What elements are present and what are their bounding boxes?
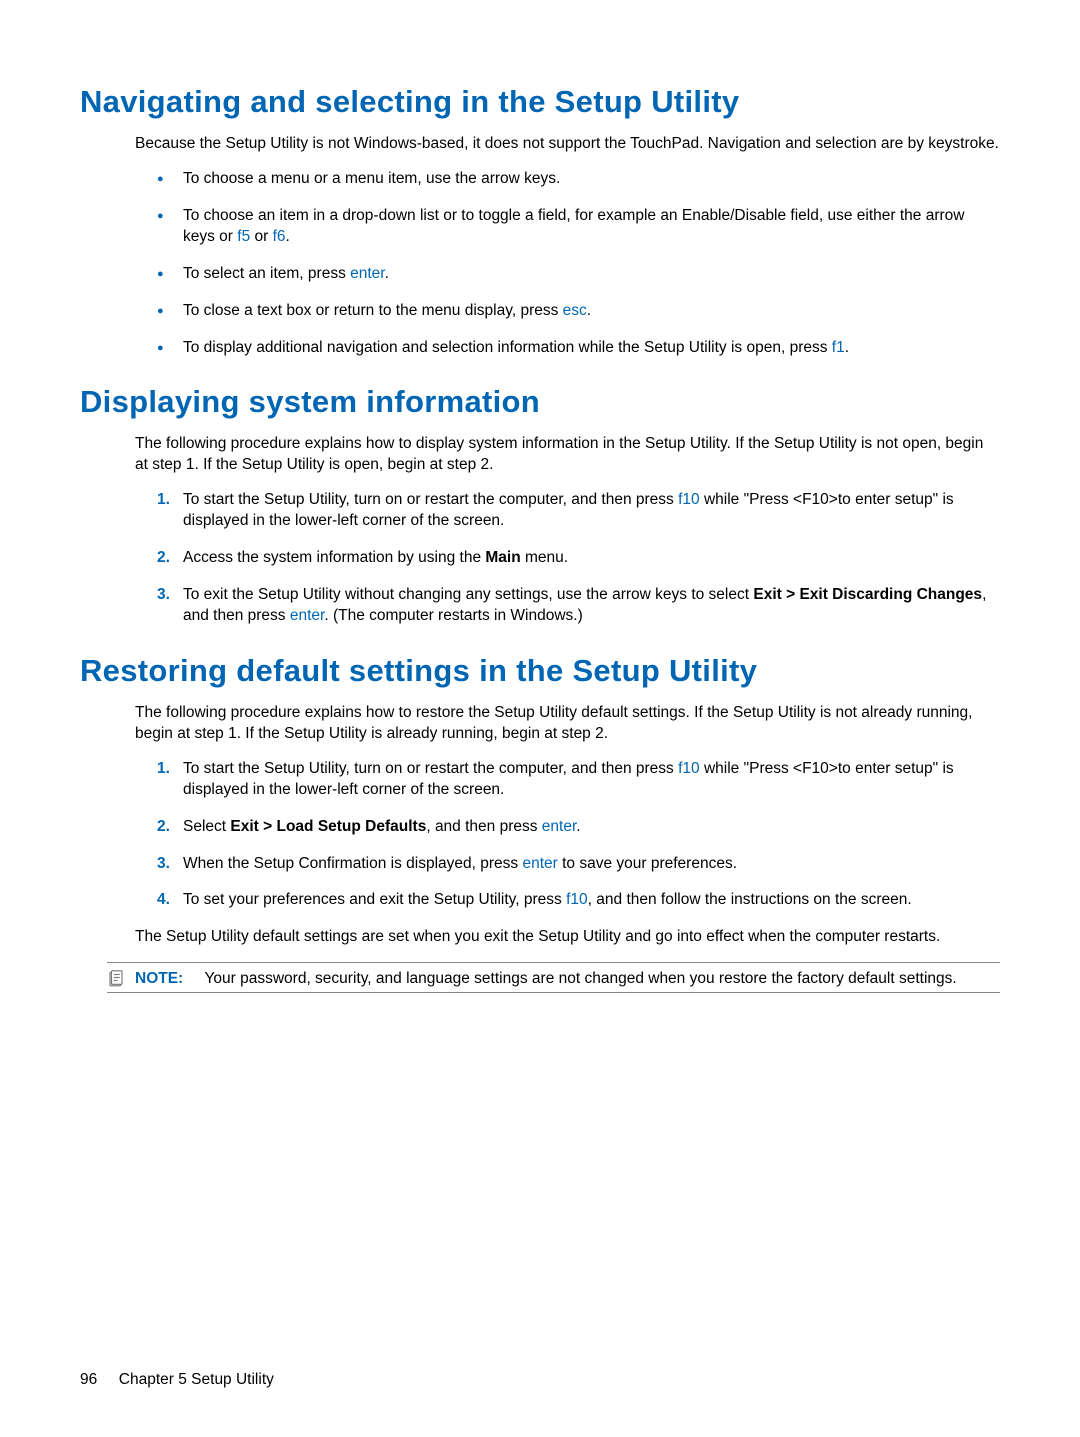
step-number: 2. — [157, 817, 170, 838]
intro-text: Because the Setup Utility is not Windows… — [135, 134, 1000, 155]
section-navigating: Navigating and selecting in the Setup Ut… — [80, 84, 1000, 358]
chapter-label: Chapter 5 Setup Utility — [119, 1371, 274, 1388]
step-text: To start the Setup Utility, turn on or r… — [183, 491, 678, 508]
list-item: To select an item, press enter. — [157, 264, 1000, 285]
step-text: to save your preferences. — [558, 855, 737, 872]
key-f5: f5 — [237, 228, 250, 245]
section-restoring: Restoring default settings in the Setup … — [80, 653, 1000, 993]
intro-text: The following procedure explains how to … — [135, 434, 1000, 476]
step-text: . (The computer restarts in Windows.) — [324, 607, 582, 624]
numbered-list: 1. To start the Setup Utility, turn on o… — [135, 490, 1000, 627]
bullet-text: . — [587, 302, 591, 319]
bullet-text: or — [250, 228, 272, 245]
step-number: 4. — [157, 890, 170, 911]
step-number: 2. — [157, 548, 170, 569]
bullet-text: To close a text box or return to the men… — [183, 302, 563, 319]
note-icon — [107, 970, 125, 988]
list-item: To display additional navigation and sel… — [157, 338, 1000, 359]
numbered-list: 1. To start the Setup Utility, turn on o… — [135, 759, 1000, 912]
list-item: 1. To start the Setup Utility, turn on o… — [157, 490, 1000, 532]
list-item: 2. Select Exit > Load Setup Defaults, an… — [157, 817, 1000, 838]
key-enter: enter — [522, 855, 557, 872]
key-f10: f10 — [678, 491, 700, 508]
step-text: To start the Setup Utility, turn on or r… — [183, 760, 678, 777]
outro-text: The Setup Utility default settings are s… — [135, 927, 1000, 948]
list-item: 3. When the Setup Confirmation is displa… — [157, 854, 1000, 875]
step-text: menu. — [521, 549, 568, 566]
key-enter: enter — [542, 818, 576, 835]
bullet-list: To choose a menu or a menu item, use the… — [135, 169, 1000, 359]
key-f10: f10 — [678, 760, 700, 777]
note-box: NOTE: Your password, security, and langu… — [107, 969, 1000, 990]
key-f10: f10 — [566, 891, 588, 908]
step-text: , and then press — [426, 818, 541, 835]
bullet-text: . — [845, 339, 849, 356]
list-item: To choose a menu or a menu item, use the… — [157, 169, 1000, 190]
list-item: 2. Access the system information by usin… — [157, 548, 1000, 569]
list-item: To close a text box or return to the men… — [157, 301, 1000, 322]
step-text: Select — [183, 818, 230, 835]
heading-navigating: Navigating and selecting in the Setup Ut… — [80, 84, 1000, 120]
step-number: 3. — [157, 854, 170, 875]
note-separator-top — [107, 962, 1000, 963]
list-item: 3. To exit the Setup Utility without cha… — [157, 585, 1000, 627]
bullet-text: . — [286, 228, 290, 245]
heading-restoring: Restoring default settings in the Setup … — [80, 653, 1000, 689]
section2-body: The following procedure explains how to … — [135, 434, 1000, 626]
step-text: . — [576, 818, 580, 835]
key-esc: esc — [563, 302, 587, 319]
page-number: 96 — [80, 1371, 97, 1388]
note-label: NOTE: — [135, 970, 183, 987]
menu-path: Exit > Exit Discarding Changes — [753, 586, 982, 603]
step-number: 1. — [157, 490, 170, 511]
step-number: 1. — [157, 759, 170, 780]
step-text: To set your preferences and exit the Set… — [183, 891, 566, 908]
bullet-text: . — [385, 265, 389, 282]
key-f1: f1 — [832, 339, 845, 356]
intro-text: The following procedure explains how to … — [135, 703, 1000, 745]
bullet-text: To choose a menu or a menu item, use the… — [183, 170, 560, 187]
section-displaying: Displaying system information The follow… — [80, 384, 1000, 626]
bullet-text: To display additional navigation and sel… — [183, 339, 832, 356]
list-item: To choose an item in a drop-down list or… — [157, 206, 1000, 248]
menu-path: Exit > Load Setup Defaults — [230, 818, 426, 835]
section3-body: The following procedure explains how to … — [135, 703, 1000, 948]
section1-body: Because the Setup Utility is not Windows… — [135, 134, 1000, 358]
note-separator-bottom — [107, 992, 1000, 993]
key-enter: enter — [350, 265, 384, 282]
bullet-text: To choose an item in a drop-down list or… — [183, 207, 964, 245]
step-text: To exit the Setup Utility without changi… — [183, 586, 753, 603]
note-text: Your password, security, and language se… — [204, 970, 956, 987]
key-enter: enter — [290, 607, 324, 624]
step-text: When the Setup Confirmation is displayed… — [183, 855, 522, 872]
list-item: 1. To start the Setup Utility, turn on o… — [157, 759, 1000, 801]
menu-name: Main — [485, 549, 520, 566]
step-text: Access the system information by using t… — [183, 549, 485, 566]
bullet-text: To select an item, press — [183, 265, 350, 282]
page-footer: 96 Chapter 5 Setup Utility — [80, 1371, 274, 1389]
key-f6: f6 — [273, 228, 286, 245]
heading-displaying: Displaying system information — [80, 384, 1000, 420]
step-text: , and then follow the instructions on th… — [588, 891, 912, 908]
list-item: 4. To set your preferences and exit the … — [157, 890, 1000, 911]
step-number: 3. — [157, 585, 170, 606]
